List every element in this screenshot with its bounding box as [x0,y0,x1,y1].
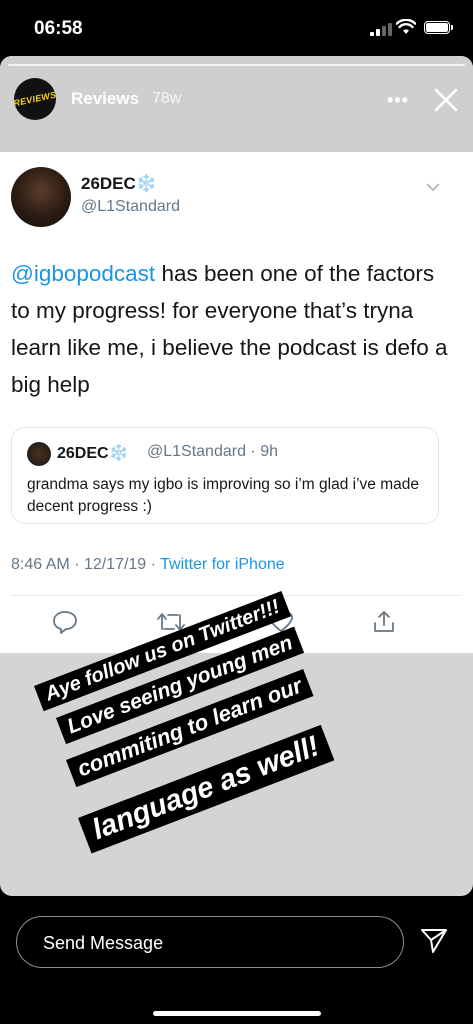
cellular-signal-icon [370,22,392,36]
close-icon[interactable] [432,86,460,114]
story-progress-bar [8,64,465,66]
tweet-author-handle: @L1Standard [81,198,180,215]
story-viewer[interactable]: REVIEWS Reviews 78w ••• 26DEC❄️ @L1Stand… [0,56,473,896]
story-username[interactable]: Reviews [71,89,139,109]
send-message-placeholder: Send Message [43,933,164,953]
status-bar: 06:58 [0,0,473,56]
chevron-down-icon [426,183,440,192]
reply-bar: Send Message [0,896,473,1024]
send-message-input[interactable]: Send Message [16,916,404,968]
home-indicator [153,1011,321,1016]
tweet-source: Twitter for iPhone [160,556,285,573]
status-time: 06:58 [34,18,83,39]
share-icon [374,611,394,632]
reply-icon [53,611,77,634]
avatar-logo-text: REVIEWS [14,89,56,109]
story-header: REVIEWS Reviews 78w ••• [0,56,473,152]
more-horizontal-icon[interactable]: ••• [387,90,409,111]
story-age: 78w [152,90,182,107]
tweet-author-name: 26DEC❄️ [81,174,157,193]
battery-icon [424,21,453,34]
quoted-tweet: 26DEC❄️ @L1Standard · 9h grandma says my… [11,427,439,524]
quoted-author-name: 26DEC❄️ [57,445,129,462]
tweet-timestamp: 8:46 AM · 12/17/19 · Twitter for iPhone [11,556,285,573]
tweet-avatar [11,167,71,227]
quoted-handle-time: @L1Standard · 9h [147,443,278,460]
tweet-screenshot: 26DEC❄️ @L1Standard @igbopodcast has bee… [0,152,473,653]
story-avatar[interactable]: REVIEWS [14,78,56,120]
quoted-text: grandma says my igbo is improving so i’m… [27,476,419,515]
wifi-icon [396,19,416,34]
tweet-body: @igbopodcast has been one of the factors… [11,261,448,397]
quoted-avatar [27,442,51,466]
send-icon[interactable] [420,928,448,954]
tweet-mention: @igbopodcast [11,261,156,286]
divider [11,595,462,596]
